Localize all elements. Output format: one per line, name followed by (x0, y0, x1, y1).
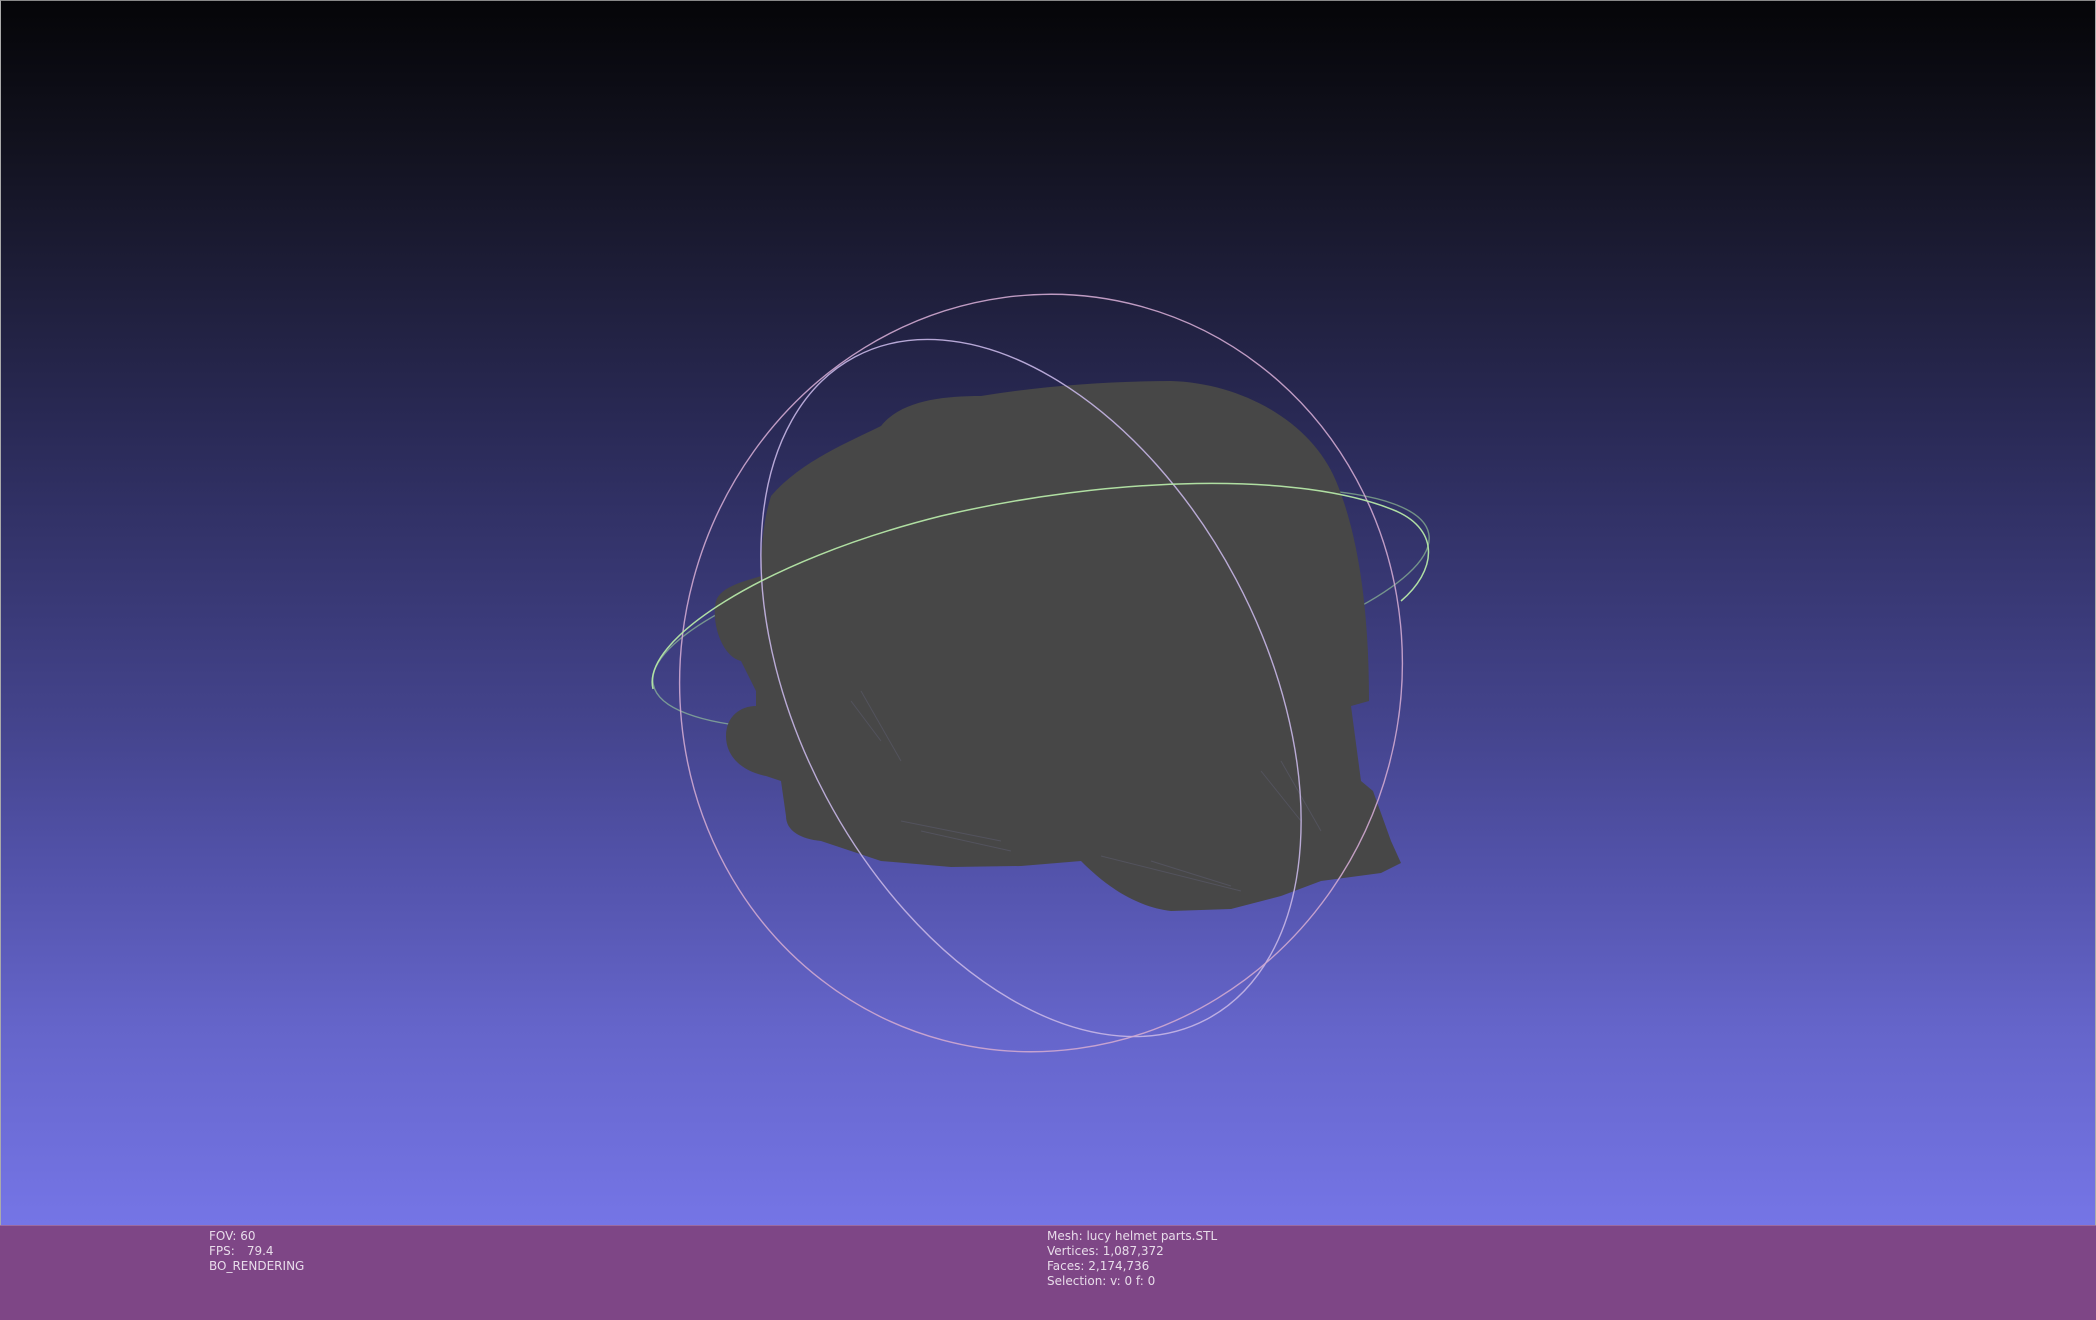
selection-readout: Selection: v: 0 f: 0 (1047, 1274, 1156, 1288)
info-status-bar: FOV: 60 FPS: 79.4 BO_RENDERING Mesh: lucy… (0, 1225, 2096, 1320)
fov-readout: FOV: 60 (209, 1229, 256, 1243)
mesh-name-readout: Mesh: lucy helmet parts.STL (1047, 1229, 1218, 1243)
3d-viewport[interactable] (0, 0, 2096, 1225)
fps-value: 79.4 (246, 1244, 274, 1258)
fps-label: FPS: (209, 1244, 235, 1258)
render-info: FOV: 60 FPS: 79.4 BO_RENDERING (209, 1229, 304, 1274)
helmet-mesh-body[interactable] (714, 381, 1401, 911)
vertices-readout: Vertices: 1,087,372 (1047, 1244, 1164, 1258)
render-mode-readout: BO_RENDERING (209, 1259, 305, 1273)
fps-readout: FPS: 79.4 (209, 1244, 304, 1259)
helmet-mesh[interactable] (714, 381, 1401, 911)
faces-readout: Faces: 2,174,736 (1047, 1259, 1150, 1273)
scene-canvas[interactable] (1, 1, 2096, 1226)
mesh-info: Mesh: lucy helmet parts.STL Vertices: 1,… (1047, 1229, 1217, 1289)
